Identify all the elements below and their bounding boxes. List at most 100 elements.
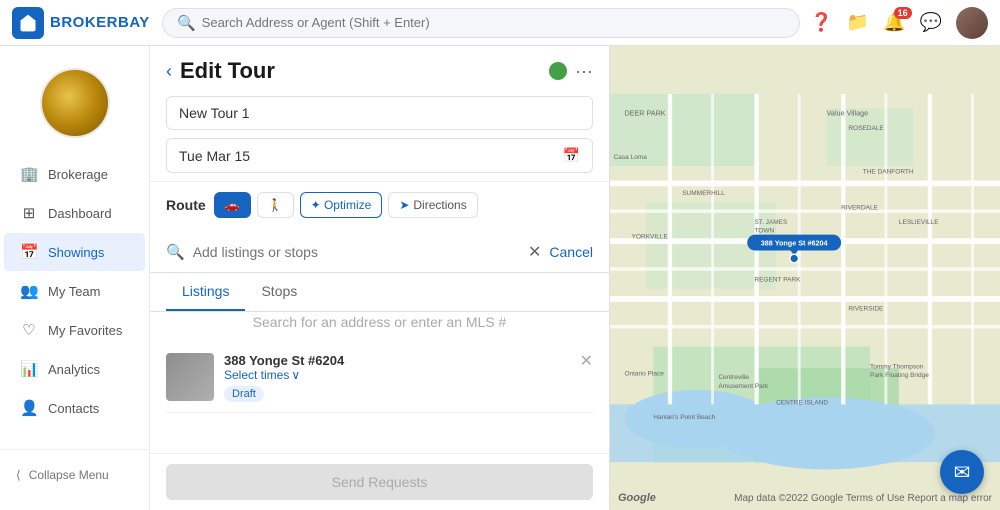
dashboard-icon: ⊞ bbox=[20, 204, 38, 222]
tabs-row: Listings Stops bbox=[150, 273, 609, 312]
logo-icon bbox=[12, 7, 44, 39]
send-requests-button[interactable]: Send Requests bbox=[166, 464, 593, 500]
user-avatar[interactable] bbox=[956, 7, 988, 39]
route-header: Route 🚗 🚶 ✦ Optimize ➤ Directions bbox=[166, 192, 593, 218]
chat-fab-button[interactable]: ✉ bbox=[940, 450, 984, 494]
svg-text:YORKVILLE: YORKVILLE bbox=[632, 233, 669, 240]
top-navigation: BROKERBAY 🔍 ❓ 📁 🔔 16 💬 bbox=[0, 0, 1000, 46]
svg-text:CENTRE ISLAND: CENTRE ISLAND bbox=[776, 399, 828, 406]
sidebar-item-brokerage[interactable]: 🏢 Brokerage bbox=[4, 155, 145, 193]
listing-item: 388 Yonge St #6204 Select times ∨ Draft … bbox=[166, 343, 593, 413]
google-logo: Google bbox=[618, 492, 656, 504]
listing-status-badge: Draft bbox=[224, 386, 264, 402]
svg-text:Centreville: Centreville bbox=[718, 374, 749, 381]
map-svg: DEER PARK Value Village Casa Loma SUMMER… bbox=[610, 46, 1000, 510]
map-attribution: Map data ©2022 Google Terms of Use Repor… bbox=[734, 493, 992, 504]
sidebar-item-my-favorites[interactable]: ♡ My Favorites bbox=[4, 311, 145, 349]
directions-icon: ➤ bbox=[399, 198, 409, 212]
search-content: Listings Stops Search for an address or … bbox=[150, 273, 609, 333]
calendar-icon: 📅 bbox=[563, 147, 580, 164]
tab-stops[interactable]: Stops bbox=[245, 273, 313, 311]
files-icon[interactable]: 📁 bbox=[847, 12, 869, 33]
clear-search-button[interactable]: ✕ bbox=[528, 242, 541, 262]
sidebar-item-contacts[interactable]: 👤 Contacts bbox=[4, 389, 145, 427]
svg-text:Casa Loma: Casa Loma bbox=[614, 154, 648, 161]
tab-listings[interactable]: Listings bbox=[166, 273, 245, 311]
listing-info: 388 Yonge St #6204 Select times ∨ Draft bbox=[224, 353, 593, 402]
favorites-icon: ♡ bbox=[20, 321, 38, 339]
analytics-icon: 📊 bbox=[20, 360, 38, 378]
svg-text:Tommy Thompson: Tommy Thompson bbox=[870, 363, 924, 370]
search-overlay-icon: 🔍 bbox=[166, 243, 185, 261]
tour-name-input[interactable] bbox=[166, 96, 593, 130]
listing-thumbnail bbox=[166, 353, 214, 401]
logo-text: BROKERBAY bbox=[50, 14, 150, 31]
collapse-icon: ⟨ bbox=[16, 468, 21, 482]
svg-text:REGENT PARK: REGENT PARK bbox=[754, 277, 801, 284]
listing-search-input[interactable] bbox=[193, 244, 520, 260]
nav-icons: ❓ 📁 🔔 16 💬 bbox=[810, 7, 988, 39]
route-label: Route bbox=[166, 197, 206, 213]
date-value: Tue Mar 15 bbox=[179, 148, 250, 164]
svg-text:RIVERDALE: RIVERDALE bbox=[841, 204, 879, 211]
sidebar: 🏢 Brokerage ⊞ Dashboard 📅 Showings 👥 My … bbox=[0, 46, 150, 510]
send-section: Send Requests bbox=[150, 453, 609, 510]
select-times-button[interactable]: Select times ∨ bbox=[224, 368, 593, 382]
listing-address: 388 Yonge St #6204 bbox=[224, 353, 593, 368]
sidebar-item-dashboard[interactable]: ⊞ Dashboard bbox=[4, 194, 145, 232]
svg-text:DEER PARK: DEER PARK bbox=[624, 109, 665, 118]
optimize-button[interactable]: ✦ Optimize bbox=[300, 192, 383, 218]
map-canvas: DEER PARK Value Village Casa Loma SUMMER… bbox=[610, 46, 1000, 510]
contacts-icon: 👤 bbox=[20, 399, 38, 417]
remove-listing-button[interactable]: ✕ bbox=[580, 351, 593, 371]
chevron-down-icon: ∨ bbox=[291, 368, 300, 382]
team-icon: 👥 bbox=[20, 282, 38, 300]
svg-text:THE DANFORTH: THE DANFORTH bbox=[863, 168, 914, 175]
svg-text:LESLIEVILLE: LESLIEVILLE bbox=[899, 219, 939, 226]
walk-mode-button[interactable]: 🚶 bbox=[257, 192, 294, 218]
search-overlay: 🔍 ✕ Cancel Listings Stops Search for an … bbox=[150, 232, 609, 333]
sidebar-item-showings[interactable]: 📅 Showings bbox=[4, 233, 145, 271]
sidebar-nav: 🏢 Brokerage ⊞ Dashboard 📅 Showings 👥 My … bbox=[0, 154, 149, 449]
sidebar-item-my-team[interactable]: 👥 My Team bbox=[4, 272, 145, 310]
listings-content: 388 Yonge St #6204 Select times ∨ Draft … bbox=[150, 333, 609, 454]
svg-text:Ontario Place: Ontario Place bbox=[624, 371, 664, 378]
sidebar-bottom: ⟨ Collapse Menu bbox=[0, 449, 149, 500]
collapse-menu-button[interactable]: ⟨ Collapse Menu bbox=[0, 460, 149, 490]
route-section: Route 🚗 🚶 ✦ Optimize ➤ Directions bbox=[150, 182, 609, 232]
back-button[interactable]: ‹ bbox=[166, 61, 172, 82]
messages-icon[interactable]: 💬 bbox=[920, 12, 942, 33]
notifications-icon[interactable]: 🔔 16 bbox=[883, 12, 905, 33]
car-mode-button[interactable]: 🚗 bbox=[214, 192, 251, 218]
help-icon[interactable]: ❓ bbox=[810, 12, 832, 33]
search-bar-overlay: 🔍 ✕ Cancel bbox=[150, 232, 609, 273]
svg-text:RIVERSIDE: RIVERSIDE bbox=[848, 306, 884, 313]
brokerage-icon: 🏢 bbox=[20, 165, 38, 183]
status-indicator bbox=[549, 62, 567, 80]
svg-text:388 Yonge St #6204: 388 Yonge St #6204 bbox=[761, 238, 828, 247]
edit-header: ‹ Edit Tour ··· Tue Mar 15 📅 bbox=[150, 46, 609, 182]
route-controls: 🚗 🚶 ✦ Optimize ➤ Directions bbox=[214, 192, 478, 218]
search-icon: 🔍 bbox=[177, 14, 196, 32]
svg-text:Hanlan's Point Beach: Hanlan's Point Beach bbox=[653, 414, 715, 421]
sidebar-avatar-section bbox=[0, 56, 149, 154]
edit-panel: ‹ Edit Tour ··· Tue Mar 15 📅 Route bbox=[150, 46, 610, 510]
sidebar-item-analytics[interactable]: 📊 Analytics bbox=[4, 350, 145, 388]
global-search[interactable]: 🔍 bbox=[162, 8, 800, 38]
search-input[interactable] bbox=[202, 15, 786, 30]
user-profile-avatar[interactable] bbox=[40, 68, 110, 138]
svg-text:Value Village: Value Village bbox=[827, 109, 868, 118]
search-body-placeholder: Search for an address or enter an MLS # bbox=[150, 312, 609, 333]
notification-badge: 16 bbox=[894, 7, 912, 19]
svg-text:ROSEDALE: ROSEDALE bbox=[848, 125, 884, 132]
more-options-button[interactable]: ··· bbox=[575, 61, 593, 82]
svg-text:SUMMERHILL: SUMMERHILL bbox=[682, 190, 725, 197]
main-layout: 🏢 Brokerage ⊞ Dashboard 📅 Showings 👥 My … bbox=[0, 46, 1000, 510]
svg-text:Park Floating Bridge: Park Floating Bridge bbox=[870, 372, 929, 379]
date-picker[interactable]: Tue Mar 15 📅 bbox=[166, 138, 593, 173]
svg-text:ST. JAMES: ST. JAMES bbox=[754, 219, 788, 226]
directions-button[interactable]: ➤ Directions bbox=[388, 192, 477, 218]
showings-icon: 📅 bbox=[20, 243, 38, 261]
cancel-search-button[interactable]: Cancel bbox=[549, 244, 593, 260]
svg-text:TOWN: TOWN bbox=[754, 228, 774, 235]
